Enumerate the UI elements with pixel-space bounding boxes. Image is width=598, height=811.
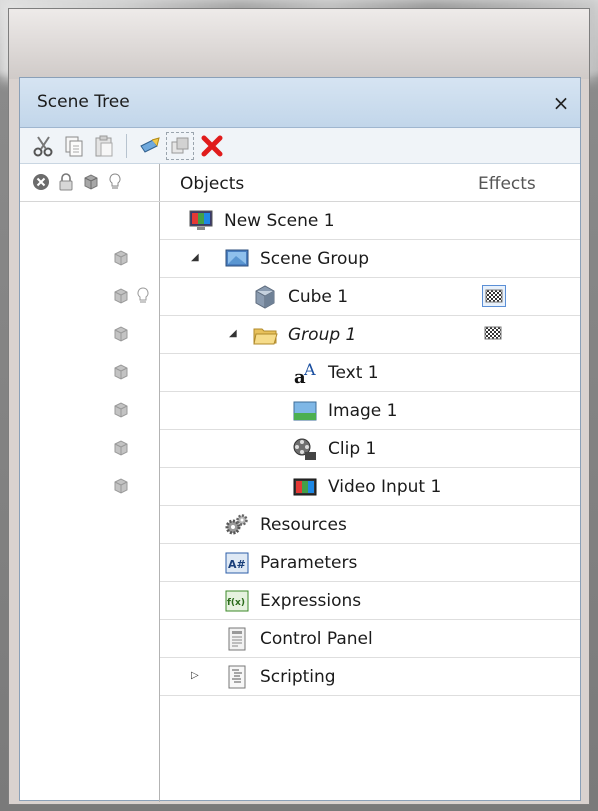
folder-icon — [252, 322, 278, 348]
close-button[interactable]: × — [548, 90, 574, 116]
tree-row[interactable]: A# Parameters — [20, 544, 580, 582]
state-cell — [20, 620, 160, 658]
tree-row[interactable]: Image 1 — [20, 392, 580, 430]
tree-item-label: Control Panel — [260, 629, 373, 649]
tree-item-label: Scene Group — [260, 249, 369, 269]
visibility-x-icon[interactable] — [32, 173, 50, 191]
tree-row[interactable]: Clip 1 — [20, 430, 580, 468]
panel-titlebar[interactable]: Scene Tree × — [20, 78, 580, 128]
group-button[interactable] — [166, 132, 194, 160]
tree-row[interactable]: Cube 1 — [20, 278, 580, 316]
toolbar — [20, 128, 580, 164]
expander-toggle[interactable]: ◢ — [229, 329, 239, 339]
bulb-icon[interactable] — [108, 173, 122, 191]
effects-column-header[interactable]: Effects — [478, 174, 536, 194]
expressions-icon: f(x) — [224, 588, 250, 614]
group-icon — [171, 137, 189, 154]
tree-row[interactable]: ◢ Group 1 — [20, 316, 580, 354]
image-icon — [292, 398, 318, 424]
tree-item-label: Video Input 1 — [328, 477, 442, 497]
state-cell — [20, 582, 160, 620]
tree-item-label: Image 1 — [328, 401, 398, 421]
state-cell — [20, 240, 160, 278]
cut-button[interactable] — [30, 132, 58, 160]
svg-text:A: A — [303, 360, 316, 379]
cut-icon — [33, 136, 53, 157]
state-cell — [20, 544, 160, 582]
tree-item-label: Expressions — [260, 591, 362, 611]
parameters-icon: A# — [224, 550, 250, 576]
tree-row[interactable]: Resources — [20, 506, 580, 544]
scene-tree-panel: Scene Tree × Objects Effects New Scene 1… — [19, 77, 581, 802]
tree-row[interactable]: ◢ Scene Group — [20, 240, 580, 278]
cube-render-icon[interactable] — [82, 173, 100, 191]
tree-row[interactable]: Control Panel — [20, 620, 580, 658]
tree-item-label: Text 1 — [328, 363, 379, 383]
svg-text:f(x): f(x) — [227, 598, 245, 608]
window-chrome — [9, 9, 589, 79]
tree-item-label: Parameters — [260, 553, 358, 573]
window-frame: Scene Tree × Objects Effects New Scene 1… — [8, 8, 590, 805]
tree-item-label: New Scene 1 — [224, 211, 335, 231]
render-toggle-icon[interactable] — [114, 478, 128, 494]
tree-item-label: Scripting — [260, 667, 336, 687]
monitor-icon — [224, 246, 250, 272]
render-toggle-icon[interactable] — [114, 364, 128, 380]
cube-icon — [252, 284, 278, 310]
text-icon: aA — [292, 360, 318, 388]
light-toggle-icon[interactable] — [136, 287, 150, 305]
state-cell — [20, 354, 160, 392]
copy-icon — [65, 136, 83, 157]
render-toggle-icon[interactable] — [114, 326, 128, 342]
delete-button[interactable] — [198, 132, 226, 160]
expander-toggle[interactable]: ◢ — [191, 253, 201, 263]
tree-row[interactable]: f(x) Expressions — [20, 582, 580, 620]
render-toggle-icon[interactable] — [114, 250, 128, 266]
state-cell — [20, 278, 160, 316]
state-cell — [20, 506, 160, 544]
gears-icon — [224, 512, 250, 538]
copy-button[interactable] — [60, 132, 88, 160]
tree-item-label: Cube 1 — [288, 287, 349, 307]
state-header-icons — [32, 173, 122, 191]
scripting-icon — [224, 664, 250, 690]
scene-icon — [188, 208, 214, 234]
lock-icon[interactable] — [58, 173, 74, 191]
tree-item-label: Clip 1 — [328, 439, 377, 459]
state-cell — [20, 392, 160, 430]
svg-text:A#: A# — [228, 558, 246, 571]
tree-row[interactable]: New Scene 1 — [20, 202, 580, 240]
paste-button[interactable] — [90, 132, 118, 160]
effect-checker-icon[interactable] — [482, 323, 506, 345]
state-cell — [20, 316, 160, 354]
video-input-icon — [292, 474, 318, 500]
tree-item-label: Group 1 — [288, 325, 357, 345]
film-reel-icon — [292, 436, 318, 462]
render-toggle-icon[interactable] — [114, 440, 128, 456]
state-cell — [20, 430, 160, 468]
paste-icon — [95, 135, 113, 157]
tree-row[interactable]: Video Input 1 — [20, 468, 580, 506]
delete-icon — [201, 135, 223, 157]
panel-title: Scene Tree — [37, 92, 130, 112]
state-cell — [20, 468, 160, 506]
tree-header: Objects Effects — [20, 164, 580, 202]
tree-row[interactable]: ▷ Scripting — [20, 658, 580, 696]
tree-item-label: Resources — [260, 515, 347, 535]
rename-icon — [140, 137, 160, 153]
rename-button[interactable] — [136, 132, 164, 160]
toolbar-separator — [126, 134, 127, 158]
tree-row[interactable]: a A Text 1 — [20, 354, 580, 392]
expander-toggle[interactable]: ▷ — [191, 671, 201, 681]
state-cell — [20, 658, 160, 696]
effect-checker-icon[interactable] — [482, 285, 506, 307]
state-cell — [20, 202, 160, 240]
render-toggle-icon[interactable] — [114, 402, 128, 418]
objects-column-header[interactable]: Objects — [180, 174, 244, 194]
render-toggle-icon[interactable] — [114, 288, 128, 304]
control-panel-icon — [224, 626, 250, 652]
